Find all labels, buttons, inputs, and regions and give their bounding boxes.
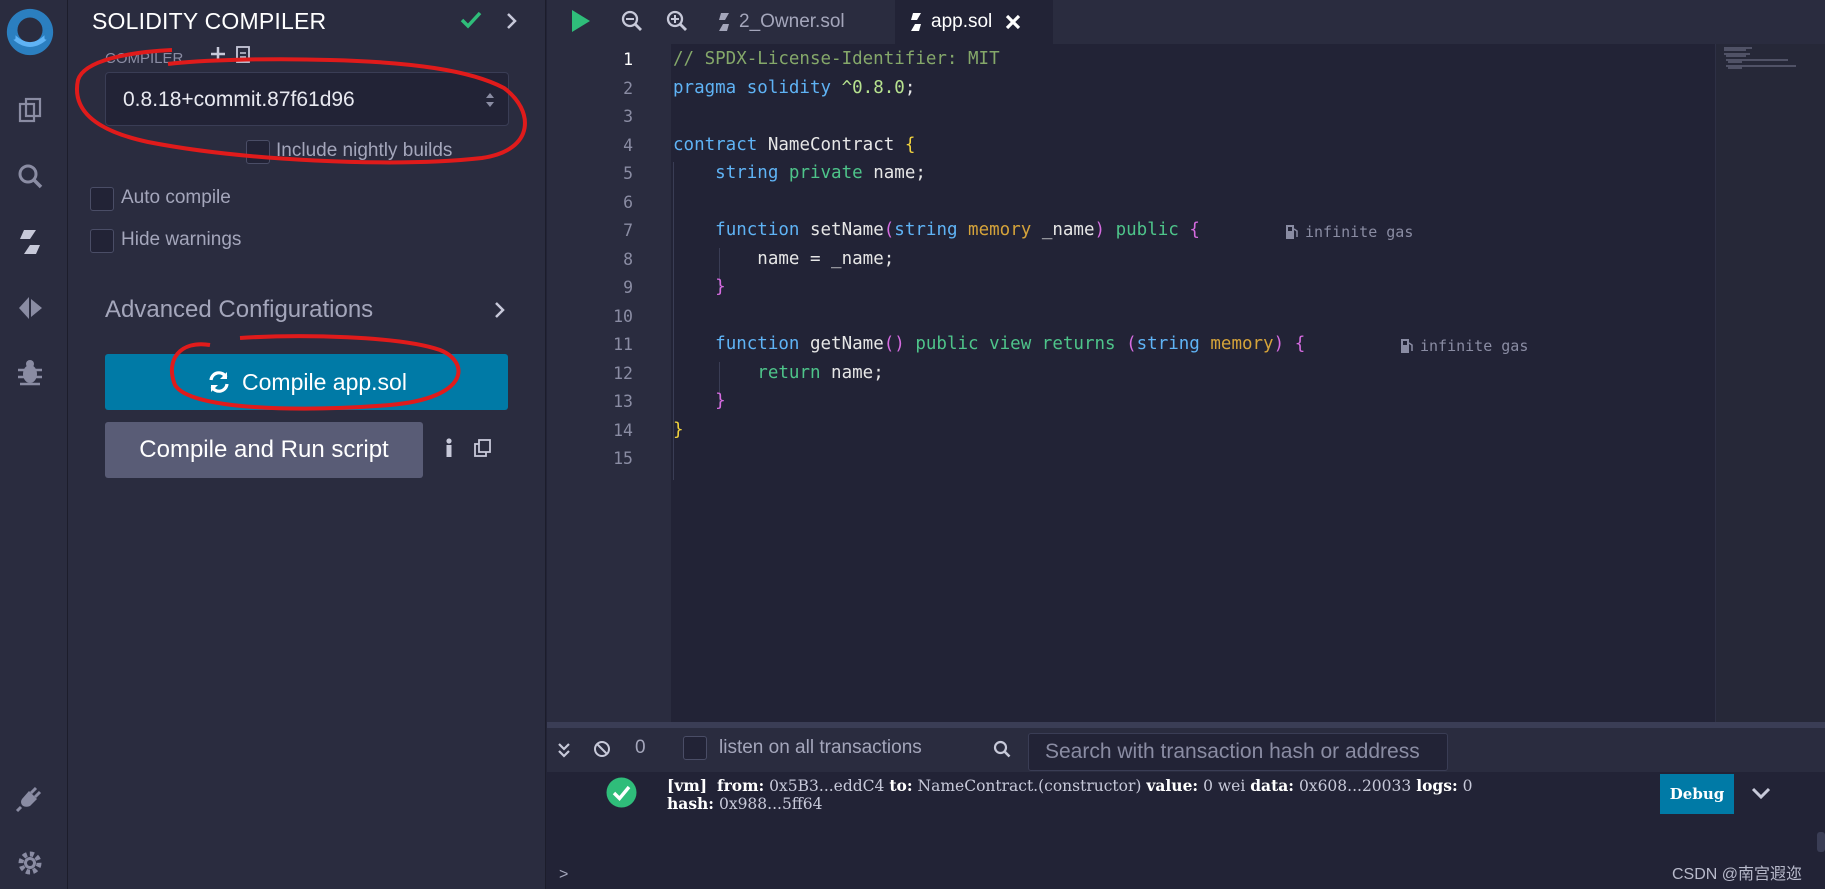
gas-pump-icon — [1401, 339, 1413, 353]
auto-compile-label: Auto compile — [121, 187, 231, 208]
plugin-manager-icon[interactable] — [10, 778, 50, 818]
gas-pump-icon — [1286, 225, 1298, 239]
search-icon[interactable] — [10, 156, 50, 196]
info-icon[interactable] — [444, 438, 454, 458]
line-number: 7 — [623, 221, 633, 240]
solidity-file-icon — [719, 13, 729, 31]
hide-warnings-label: Hide warnings — [121, 229, 242, 250]
compiled-check-icon — [460, 11, 482, 29]
line-number: 12 — [613, 364, 633, 383]
search-icon — [993, 740, 1011, 758]
line-number: 10 — [613, 307, 633, 326]
tab-label: 2_Owner.sol — [739, 11, 845, 32]
debugger-icon[interactable] — [10, 352, 50, 392]
hide-warnings-checkbox[interactable] — [90, 229, 114, 253]
code-line-9: } — [715, 277, 726, 297]
include-nightly-checkbox[interactable] — [246, 140, 270, 164]
code-line-11: function getName() public view returns (… — [715, 334, 1306, 354]
line-number: 9 — [623, 278, 633, 297]
success-check-icon — [606, 777, 637, 808]
line-number: 13 — [613, 392, 633, 411]
line-number: 3 — [623, 107, 633, 126]
line-number: 11 — [613, 335, 633, 354]
solidity-file-icon — [911, 13, 921, 31]
deploy-run-icon[interactable] — [10, 288, 50, 328]
icon-rail — [0, 0, 68, 889]
terminal-prompt[interactable]: > — [559, 866, 568, 884]
pending-tx-count: 0 — [635, 737, 646, 758]
compile-and-run-label: Compile and Run script — [139, 436, 389, 463]
code-line-5: string private name; — [715, 163, 926, 183]
zoom-in-icon[interactable] — [666, 10, 688, 32]
solidity-compiler-icon[interactable] — [10, 222, 50, 262]
debug-button[interactable]: Debug — [1660, 774, 1734, 814]
tab-2-owner-sol[interactable]: 2_Owner.sol — [717, 0, 845, 44]
code-line-2: pragma solidity ^0.8.0; — [673, 78, 916, 98]
zoom-out-icon[interactable] — [621, 10, 643, 32]
line-number: 15 — [613, 449, 633, 468]
compiler-version-value: 0.8.18+commit.87f61d96 — [123, 88, 355, 111]
gas-estimate: infinite gas — [1285, 223, 1413, 241]
refresh-icon — [209, 371, 229, 393]
code-line-14: } — [673, 420, 684, 440]
line-number: 6 — [623, 193, 633, 212]
gas-estimate: infinite gas — [1400, 337, 1528, 355]
code-line-12: return name; — [757, 363, 884, 383]
line-number: 5 — [623, 164, 633, 183]
line-number: 1 — [623, 50, 633, 69]
compile-button-label: Compile app.sol — [242, 368, 407, 395]
auto-compile-checkbox[interactable] — [90, 187, 114, 211]
code-minimap[interactable] — [1715, 44, 1825, 722]
tab-label: app.sol — [931, 11, 993, 32]
chevron-right-icon[interactable] — [494, 301, 506, 319]
editor-tab-bar: 2_Owner.sol app.sol — [547, 0, 1825, 44]
terminal-scrollbar[interactable] — [1817, 832, 1825, 852]
listen-all-checkbox[interactable] — [683, 736, 707, 760]
compiler-label: COMPILER — [105, 50, 184, 67]
copy-icon[interactable] — [474, 439, 492, 457]
line-number: 8 — [623, 250, 633, 269]
code-line-1: // SPDX-License-Identifier: MIT — [673, 49, 1000, 69]
transaction-log-line: [vm] from: 0x5B3...eddC4 to: NameContrac… — [667, 776, 1473, 795]
transaction-search-input[interactable]: Search with transaction hash or address — [1028, 733, 1448, 771]
expand-log-icon[interactable] — [1751, 786, 1771, 800]
include-nightly-label: Include nightly builds — [276, 140, 453, 161]
code-line-4: contract NameContract { — [673, 135, 916, 155]
collapse-terminal-icon[interactable] — [557, 742, 571, 758]
file-icon[interactable] — [236, 46, 250, 63]
compile-and-run-button[interactable]: Compile and Run script — [105, 422, 423, 478]
terminal-output: [vm] from: 0x5B3...eddC4 to: NameContrac… — [547, 772, 1825, 889]
compile-button[interactable]: Compile app.sol — [105, 354, 508, 410]
listen-all-label: listen on all transactions — [719, 737, 922, 758]
transaction-hash-line: hash: 0x988...5ff64 — [667, 794, 823, 813]
panel-title: SOLIDITY COMPILER — [92, 8, 327, 34]
line-number: 2 — [623, 79, 633, 98]
code-editor[interactable]: // SPDX-License-Identifier: MIT pragma s… — [671, 44, 1715, 722]
clear-console-icon[interactable] — [593, 740, 611, 758]
terminal-toolbar: 0 listen on all transactions Search with… — [547, 722, 1825, 772]
tab-app-sol[interactable]: app.sol — [895, 0, 1053, 44]
watermark: CSDN @南宫遐迩 — [1672, 866, 1803, 883]
file-explorer-icon[interactable] — [10, 90, 50, 130]
line-number-gutter: 1 2 3 4 5 6 7 8 9 10 11 12 13 14 15 — [547, 44, 671, 722]
add-compiler-icon[interactable] — [210, 46, 226, 62]
line-number: 14 — [613, 421, 633, 440]
solidity-compiler-panel: SOLIDITY COMPILER COMPILER 0.8.18+commit… — [68, 0, 546, 889]
chevron-right-icon[interactable] — [506, 12, 518, 30]
remix-logo-icon[interactable] — [2, 4, 58, 60]
code-line-7: function setName(string memory _name) pu… — [715, 220, 1200, 240]
select-updown-icon — [486, 93, 494, 107]
compiler-version-select[interactable]: 0.8.18+commit.87f61d96 — [105, 72, 509, 126]
settings-gear-icon[interactable] — [10, 843, 50, 883]
run-play-icon[interactable] — [569, 8, 593, 34]
code-line-13: } — [715, 391, 726, 411]
minimap-preview — [1724, 47, 1796, 69]
advanced-configurations-toggle[interactable]: Advanced Configurations — [105, 296, 373, 324]
line-number: 4 — [623, 136, 633, 155]
code-line-8: name = _name; — [757, 249, 895, 269]
close-tab-icon[interactable] — [1004, 13, 1022, 31]
